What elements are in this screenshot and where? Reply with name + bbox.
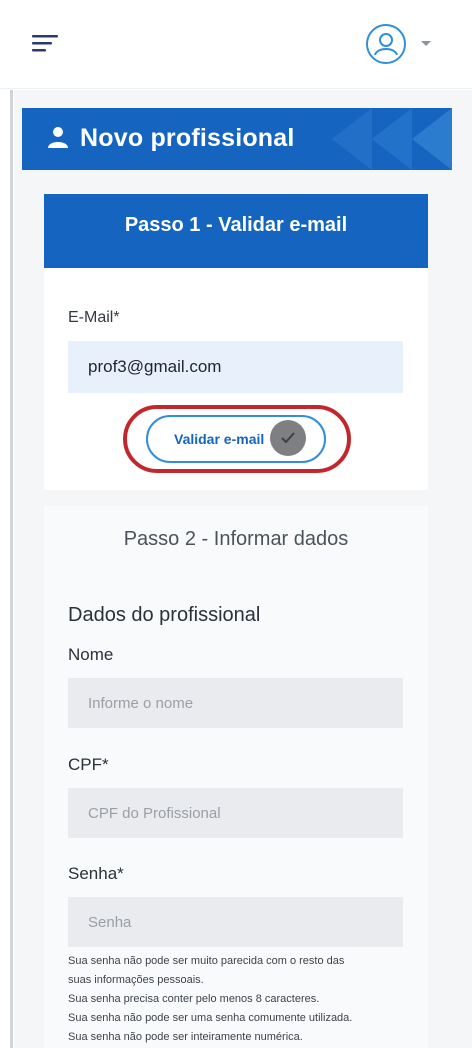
email-label: E-Mail* <box>68 309 120 326</box>
section-title: Dados do profissional <box>68 604 261 626</box>
user-avatar-icon <box>366 24 406 64</box>
hint-line: Sua senha não pode ser uma senha comumen… <box>68 1012 353 1024</box>
password-input[interactable] <box>68 897 403 947</box>
menu-icon[interactable] <box>28 30 64 58</box>
person-icon <box>48 127 68 148</box>
name-input[interactable] <box>68 678 403 728</box>
hint-line: Sua senha não pode ser inteiramente numé… <box>68 1031 303 1043</box>
cpf-label: CPF* <box>68 755 109 774</box>
click-indicator <box>270 420 306 456</box>
chevron-down-icon <box>421 41 431 46</box>
sidebar-edge <box>10 90 13 1048</box>
name-label: Nome <box>68 645 114 664</box>
check-icon <box>281 432 295 444</box>
user-menu[interactable] <box>366 24 442 68</box>
password-hints: Sua senha não pode ser muito parecida co… <box>68 952 408 1047</box>
hint-line: suas informações pessoais. <box>68 974 204 986</box>
email-input[interactable] <box>68 341 403 393</box>
page-title: Novo profissional <box>80 124 295 152</box>
top-bar <box>0 0 472 89</box>
cpf-input[interactable] <box>68 788 403 838</box>
hint-line: Sua senha não pode ser muito parecida co… <box>68 955 345 967</box>
validate-email-label: Validar e-mail <box>174 431 265 447</box>
step2-title: Passo 2 - Informar dados <box>123 528 349 550</box>
password-label: Senha* <box>68 864 124 883</box>
step1-title: Passo 1 - Validar e-mail <box>124 214 348 236</box>
hint-line: Sua senha precisa conter pelo menos 8 ca… <box>68 993 320 1005</box>
